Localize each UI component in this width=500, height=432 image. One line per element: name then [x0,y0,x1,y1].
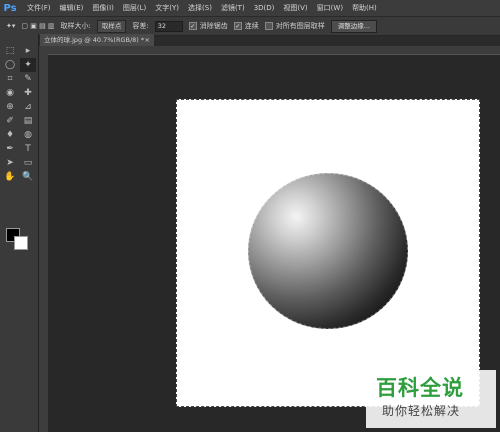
refine-edge-button[interactable]: 调整边缘... [330,19,377,33]
tolerance-input[interactable]: 32 [154,20,183,32]
antialias-checkbox[interactable]: ✓ [188,22,197,30]
watermark: 百科全说 助你轻松解决 [366,370,496,428]
document-tab[interactable]: 立体的球.jpg @ 40.7%(RGB/8) * × [40,34,154,46]
ruler-corner [39,46,48,54]
menu-select[interactable]: 选择(S) [188,3,212,13]
eyedropper-tool-icon[interactable]: ✎ [20,72,36,86]
sample-all-checkbox[interactable] [264,22,273,30]
options-bar: ✦▾ ▢ ▣ ▤ ▥ 取样大小: 取样点 容差: 32 ✓ 消除锯齿 ✓ 连续 对所… [0,16,500,36]
menu-window[interactable]: 窗口(W) [317,3,343,13]
lasso-tool-icon[interactable]: ◯ [2,58,18,72]
contiguous-option[interactable]: ✓ 连续 [233,21,259,31]
tools-panel: ⬚ ▸ ◯ ✦ ⌗ ✎ ◉ ✚ ⊕ ⊿ ✐ ▤ ♦ ◍ ✒ T ➤ ▭ ✋ 🔍 [0,34,39,432]
dodge-tool-icon[interactable]: ◍ [20,128,36,142]
brush-tool-icon[interactable]: ✚ [20,86,36,100]
zoom-tool-icon[interactable]: 🔍 [20,170,36,184]
hand-tool-icon[interactable]: ✋ [2,170,18,184]
gradient-tool-icon[interactable]: ▤ [20,114,36,128]
selection-mode-icons[interactable]: ▢ ▣ ▤ ▥ [21,22,54,30]
watermark-subtitle: 助你轻松解决 [382,404,461,418]
close-icon[interactable]: × [145,34,150,46]
spot-healing-tool-icon[interactable]: ◉ [2,86,18,100]
magic-wand-tool-icon[interactable]: ✦ [20,58,36,72]
path-selection-tool-icon[interactable]: ➤ [2,156,18,170]
crop-tool-icon[interactable]: ⌗ [2,72,18,86]
menu-view[interactable]: 视图(V) [283,3,307,13]
menu-layer[interactable]: 图层(L) [123,3,146,13]
type-tool-icon[interactable]: T [20,142,36,156]
background-color-swatch[interactable] [14,236,28,250]
menu-help[interactable]: 帮助(H) [352,3,377,13]
horizontal-ruler[interactable] [48,46,500,55]
magic-wand-tool-icon[interactable]: ✦▾ [6,22,15,30]
blur-tool-icon[interactable]: ♦ [2,128,18,142]
menu-3d[interactable]: 3D(D) [254,4,275,12]
sample-all-option[interactable]: 对所有图层取样 [264,21,325,31]
menu-edit[interactable]: 编辑(E) [60,3,84,13]
menu-type[interactable]: 文字(Y) [155,3,179,13]
menu-image[interactable]: 图像(I) [92,3,114,13]
sample-size-select[interactable]: 取样点 [96,19,127,33]
eraser-tool-icon[interactable]: ✐ [2,114,18,128]
menu-bar: Ps 文件(F) 编辑(E) 图像(I) 图层(L) 文字(Y) 选择(S) 滤… [0,0,500,16]
antialias-option[interactable]: ✓ 消除锯齿 [188,21,228,31]
menu-filter[interactable]: 滤镜(T) [221,3,245,13]
marquee-tool-icon[interactable]: ⬚ [2,44,18,58]
tolerance-label: 容差: [132,22,149,30]
watermark-title: 百科全说 [376,376,464,400]
history-brush-tool-icon[interactable]: ⊿ [20,100,36,114]
contiguous-checkbox[interactable]: ✓ [233,22,242,30]
menu-file[interactable]: 文件(F) [27,3,51,13]
move-tool-icon[interactable]: ▸ [20,44,36,58]
document-tab-title: 立体的球.jpg @ 40.7%(RGB/8) * [44,36,145,44]
clone-stamp-tool-icon[interactable]: ⊕ [2,100,18,114]
pen-tool-icon[interactable]: ✒ [2,142,18,156]
gradient-sphere [248,173,408,329]
rectangle-tool-icon[interactable]: ▭ [20,156,36,170]
photoshop-logo-icon: Ps [3,2,17,14]
sample-size-label: 取样大小: [60,22,91,30]
